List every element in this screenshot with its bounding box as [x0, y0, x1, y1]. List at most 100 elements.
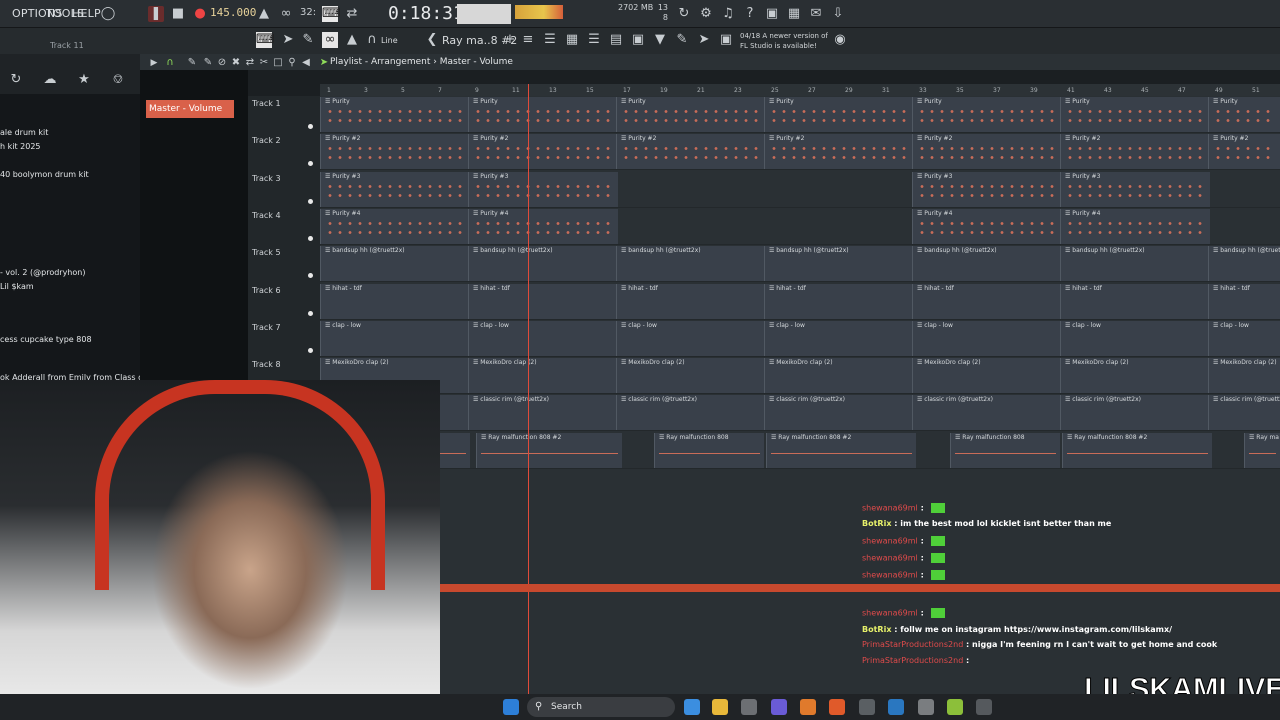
refresh-icon[interactable]: ↻ — [676, 6, 692, 22]
pattern-clip[interactable]: ☰ Purity #3 — [1060, 172, 1210, 207]
browser-item[interactable]: h kit 2025 — [0, 142, 41, 151]
magnet-snap-icon[interactable]: ∩ — [162, 55, 178, 71]
pattern-clip[interactable]: ☰ bandsup hh (@truett2x) — [616, 246, 764, 281]
pattern-clip[interactable]: ☰ hihat - tdf — [468, 284, 616, 319]
pattern-clip[interactable]: ☰ clap - low — [912, 321, 1060, 356]
app3-icon[interactable] — [976, 699, 992, 715]
update-notice[interactable]: 04/18 A newer version of FL Studio is ava… — [740, 31, 828, 51]
pattern-clip[interactable]: ☰ Purity — [468, 97, 616, 132]
mixer-icon[interactable]: ⚙ — [698, 6, 714, 22]
obs-icon[interactable] — [859, 699, 875, 715]
track-lane[interactable]: ☰ classic rim (@truett2x) ☰ classic rim (… — [320, 394, 1280, 431]
track-lane[interactable]: ☰ bandsup hh (@truett2x) ☰ bandsup hh (@t… — [320, 245, 1280, 282]
pattern-clip[interactable]: ☰ Ray malfunction 808 — [654, 433, 764, 468]
pattern-clip[interactable]: ☰ MexikoDro clap (2) — [764, 358, 912, 393]
stamp-icon[interactable]: ▲ — [344, 32, 360, 48]
menu-help[interactable]: HELP — [72, 7, 101, 20]
edge-icon[interactable] — [684, 699, 700, 715]
pattern-clip[interactable]: ☰ Purity #2 — [320, 134, 468, 169]
track-label[interactable]: Track 1 — [252, 99, 281, 108]
browser-item[interactable]: 40 boolymon drum kit — [0, 170, 89, 179]
start-icon[interactable] — [503, 699, 519, 715]
pattern-clip[interactable]: ☰ hihat - tdf — [764, 284, 912, 319]
pattern-clip[interactable]: ☰ classic rim (@truett2x) — [616, 395, 764, 430]
globe-icon[interactable]: ◉ — [832, 32, 848, 48]
tuner-icon[interactable]: ▼ — [652, 32, 668, 48]
pattern-clip[interactable]: ☰ hihat - tdf — [912, 284, 1060, 319]
fl-studio-icon[interactable] — [800, 699, 816, 715]
pattern-clip[interactable]: ☰ MexikoDro clap (2) — [1208, 358, 1280, 393]
track-mute-dot[interactable] — [308, 273, 313, 278]
pattern-clip[interactable]: ☰ bandsup hh (@truett2x) — [764, 246, 912, 281]
pattern-clip[interactable]: ☰ classic rim (@truett2x) — [1060, 395, 1208, 430]
pattern-clip[interactable]: ☰ Purity #4 — [468, 209, 618, 244]
pattern-clip[interactable]: ☰ Purity #3 — [912, 172, 1060, 207]
record-button[interactable]: ● — [192, 6, 208, 22]
star-icon[interactable]: ★ — [76, 72, 92, 88]
track-lane[interactable]: ☰ Purity #3 ☰ Purity #3 ☰ Purity #3 ☰ Purit… — [320, 171, 1280, 208]
channel-rack-icon[interactable]: ▦ — [564, 32, 580, 48]
piano-icon[interactable]: ⌨ — [256, 32, 275, 48]
file-explorer-icon[interactable] — [712, 699, 728, 715]
pattern-clip[interactable]: ☰ clap - low — [320, 321, 468, 356]
pattern-clip[interactable]: ☰ bandsup hh (@truett2x) — [320, 246, 468, 281]
pattern-clip[interactable]: ☰ bandsup hh (@truett2x) — [1208, 246, 1280, 281]
arrow-icon[interactable]: ➤ — [280, 32, 296, 48]
browser-item[interactable]: ale drum kit — [0, 128, 48, 137]
typing-keyboard-icon[interactable]: ⌨ — [322, 6, 341, 22]
track-lane[interactable]: ☰ clap - low ☰ clap - low ☰ clap - low ☰ cl… — [320, 320, 1280, 357]
automation-clip-master-volume[interactable]: Master - Volume — [146, 100, 234, 118]
timeline-ruler[interactable]: 1 3 5 7 9 11 13 15 17 19 21 23 25 27 29 31 33 35 37 39 41 43 4… — [320, 84, 1280, 96]
pattern-clip[interactable]: ☰ classic rim (@truett2x) — [912, 395, 1060, 430]
pattern-clip[interactable]: ☰ bandsup hh (@truett2x) — [1060, 246, 1208, 281]
track-label[interactable]: Track 8 — [252, 360, 281, 369]
chat-icon[interactable]: ✉ — [808, 6, 824, 22]
track-mute-dot[interactable] — [308, 124, 313, 129]
track-mute-dot[interactable] — [308, 311, 313, 316]
add-pattern-icon[interactable]: + — [502, 32, 518, 48]
plugin-picker-icon[interactable]: ▣ — [630, 32, 646, 48]
pattern-clip[interactable]: ☰ bandsup hh (@truett2x) — [912, 246, 1060, 281]
pattern-clip[interactable]: ☰ Purity #4 — [320, 209, 468, 244]
pattern-clip[interactable]: ☰ clap - low — [764, 321, 912, 356]
track-label[interactable]: Track 6 — [252, 286, 281, 295]
browser-item[interactable]: - vol. 2 (@prodryhon) — [0, 268, 85, 277]
pause-button[interactable]: ❚ — [148, 6, 164, 22]
mixer-view-icon[interactable]: ☰ — [586, 32, 602, 48]
pattern-clip[interactable]: ☰ Purity #2 — [1208, 134, 1280, 169]
pattern-clip[interactable]: ☰ Purity #2 — [468, 134, 616, 169]
playlist-icon[interactable]: ☰ — [542, 32, 558, 48]
pattern-clip[interactable]: ☰ Purity — [1060, 97, 1208, 132]
pattern-clip[interactable]: ☰ Purity — [1208, 97, 1280, 132]
track-lane[interactable]: ☰ Purity ☰ Purity ☰ Purity ☰ Purity ☰ Purity… — [320, 96, 1280, 133]
pattern-clip[interactable]: ☰ Ray ma — [1244, 433, 1280, 468]
steam-icon[interactable] — [888, 699, 904, 715]
mic-icon[interactable]: ♫ — [720, 6, 736, 22]
magnet-icon[interactable]: ∩ — [364, 32, 380, 48]
track-mute-dot[interactable] — [308, 348, 313, 353]
pattern-clip[interactable]: ☰ Ray malfunction 808 #2 — [476, 433, 622, 468]
pattern-clip[interactable]: ☰ MexikoDro clap (2) — [1060, 358, 1208, 393]
pattern-clip[interactable]: ☰ hihat - tdf — [1060, 284, 1208, 319]
playhead[interactable] — [528, 84, 529, 694]
track-mute-dot[interactable] — [308, 161, 313, 166]
loop-icon[interactable]: ∞ — [278, 6, 294, 22]
sample-icon[interactable]: ➤ — [696, 32, 712, 48]
browser-item[interactable]: Lil $kam — [0, 282, 34, 291]
tempo-display[interactable]: 145.000 — [210, 6, 256, 19]
pencil-icon[interactable]: ✎ — [300, 32, 316, 48]
track-label[interactable]: Track 5 — [252, 248, 281, 257]
pattern-clip[interactable]: ☰ hihat - tdf — [1208, 284, 1280, 319]
pattern-clip[interactable]: ☰ clap - low — [468, 321, 616, 356]
playback-tool-icon[interactable]: ◀ — [298, 55, 314, 71]
track-lane[interactable]: ☰ hihat - tdf ☰ hihat - tdf ☰ hihat - tdf ☰… — [320, 283, 1280, 320]
cart-icon[interactable]: ▣ — [718, 32, 734, 48]
cloud-icon[interactable]: ☁ — [42, 72, 58, 88]
brave-icon[interactable] — [829, 699, 845, 715]
pattern-clip[interactable]: ☰ Purity — [616, 97, 764, 132]
pattern-clip[interactable]: ☰ MexikoDro clap (2) — [912, 358, 1060, 393]
pattern-clip[interactable]: ☰ classic rim (@truett2x) — [468, 395, 616, 430]
track-label[interactable]: Track 7 — [252, 323, 281, 332]
browser-item[interactable]: cess cupcake type 808 — [0, 335, 92, 344]
discord-icon[interactable] — [771, 699, 787, 715]
